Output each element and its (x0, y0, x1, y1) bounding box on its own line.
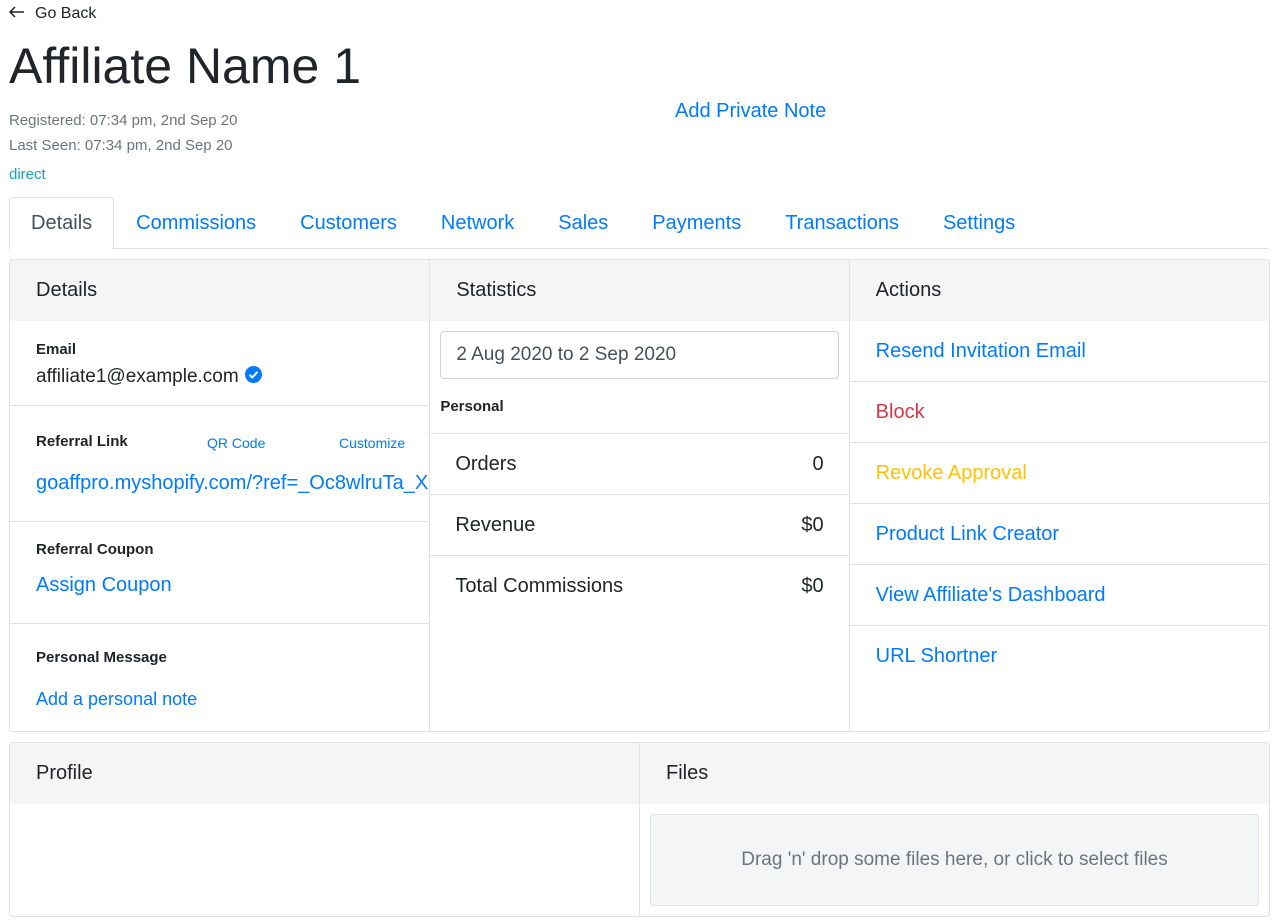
referral-link-label: Referral Link (36, 433, 128, 450)
tab-sales[interactable]: Sales (536, 197, 630, 249)
product-link-creator-action[interactable]: Product Link Creator (849, 504, 1269, 565)
profile-heading: Profile (10, 743, 639, 804)
email-section: Email affiliate1@example.com (10, 321, 430, 406)
tab-network[interactable]: Network (419, 197, 536, 249)
stat-value: $0 (801, 575, 824, 597)
email-value: affiliate1@example.com (36, 366, 239, 387)
tab-transactions[interactable]: Transactions (763, 197, 921, 249)
stat-row-total-commissions: Total Commissions $0 (430, 556, 848, 617)
stat-label: Revenue (455, 513, 536, 536)
profile-files-card: Profile Files Drag 'n' drop some files h… (9, 742, 1270, 917)
tab-customers[interactable]: Customers (278, 197, 419, 249)
stat-value: 0 (812, 452, 824, 475)
statistics-heading: Statistics (430, 260, 849, 321)
tab-bar: Details Commissions Customers Network Sa… (9, 197, 1269, 250)
actions-column: Actions Resend Invitation Email Block Re… (848, 260, 1269, 731)
files-heading: Files (640, 743, 1269, 804)
details-heading: Details (10, 260, 430, 321)
stat-label: Total Commissions (455, 575, 624, 597)
registered-text: Registered: 07:34 pm, 2nd Sep 20 (9, 112, 238, 129)
profile-column: Profile (10, 743, 639, 916)
details-card: Details Email affiliate1@example.com Ref… (9, 259, 1270, 732)
go-back-label: Go Back (35, 5, 97, 22)
verified-check-icon (244, 366, 262, 388)
page-title: Affiliate Name 1 (9, 38, 362, 94)
assign-coupon-link[interactable]: Assign Coupon (36, 574, 172, 597)
go-back-link[interactable]: Go Back (8, 5, 97, 23)
tab-details[interactable]: Details (9, 197, 115, 250)
statistics-column: Statistics 2 Aug 2020 to 2 Sep 2020 Pers… (429, 260, 849, 731)
view-affiliate-dashboard-action[interactable]: View Affiliate's Dashboard (849, 565, 1269, 626)
details-column: Details Email affiliate1@example.com Ref… (10, 260, 430, 731)
resend-invitation-email-action[interactable]: Resend Invitation Email (849, 321, 1269, 382)
stat-row-revenue: Revenue $0 (430, 495, 849, 556)
personal-label: Personal (430, 379, 849, 434)
source-badge: direct (9, 166, 46, 183)
personal-message-section: Personal Message Add a personal note (10, 624, 429, 731)
last-seen-text: Last Seen: 07:34 pm, 2nd Sep 20 (9, 137, 233, 154)
referral-coupon-section: Referral Coupon Assign Coupon (10, 522, 430, 624)
arrow-left-icon (8, 5, 25, 23)
tab-payments[interactable]: Payments (630, 197, 763, 249)
qr-code-link[interactable]: QR Code (207, 435, 265, 451)
referral-link-value[interactable]: goaffpro.myshopify.com/?ref=_Oc8wlruTa_X… (36, 472, 430, 494)
personal-message-label: Personal Message (36, 649, 167, 666)
stat-value: $0 (801, 513, 824, 536)
tab-commissions[interactable]: Commissions (114, 197, 278, 249)
add-personal-note-link[interactable]: Add a personal note (36, 689, 197, 710)
referral-coupon-label: Referral Coupon (36, 541, 154, 558)
referral-link-section: Referral Link QR Code Customize goaffpro… (10, 406, 430, 522)
file-dropzone[interactable]: Drag 'n' drop some files here, or click … (650, 814, 1259, 906)
files-column: Files Drag 'n' drop some files here, or … (639, 743, 1269, 916)
tab-settings[interactable]: Settings (921, 197, 1037, 249)
url-shortner-action[interactable]: URL Shortner (850, 626, 1269, 687)
customize-link[interactable]: Customize (339, 435, 405, 451)
email-label: Email (36, 341, 77, 358)
stat-label: Orders (455, 452, 517, 475)
date-range-input[interactable]: 2 Aug 2020 to 2 Sep 2020 (440, 331, 839, 379)
revoke-approval-action[interactable]: Revoke Approval (849, 443, 1269, 504)
add-private-note-link[interactable]: Add Private Note (675, 100, 826, 123)
block-action[interactable]: Block (849, 382, 1269, 443)
stat-row-orders: Orders 0 (430, 434, 849, 495)
actions-heading: Actions (849, 260, 1269, 321)
